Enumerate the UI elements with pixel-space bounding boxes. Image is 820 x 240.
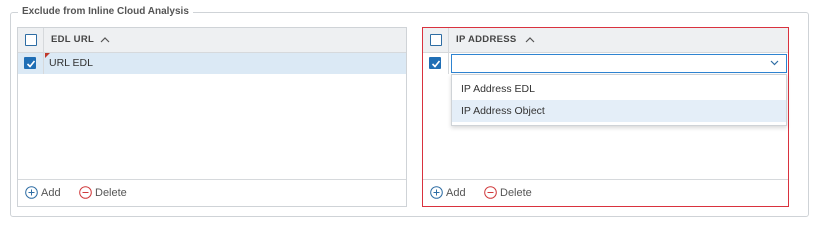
edl-url-cell[interactable]: URL EDL bbox=[49, 53, 93, 74]
add-circle-icon bbox=[430, 186, 443, 199]
row-check-cell bbox=[18, 53, 44, 74]
delete-circle-icon bbox=[79, 186, 92, 199]
header-select-all-cell bbox=[423, 28, 449, 52]
edl-url-grid: EDL URL URL EDL Add Delete bbox=[17, 27, 407, 207]
dropdown-option-ip-address-edl[interactable]: IP Address EDL bbox=[452, 78, 786, 100]
edl-url-grid-header: EDL URL bbox=[18, 28, 406, 53]
ip-address-input[interactable] bbox=[456, 56, 756, 71]
sort-ascending-icon[interactable] bbox=[525, 36, 535, 43]
row-checkbox[interactable] bbox=[24, 57, 36, 69]
delete-button-label: Delete bbox=[500, 187, 532, 199]
ip-address-dropdown-menu: IP Address EDL IP Address Object bbox=[451, 74, 787, 126]
header-select-all-cell bbox=[18, 28, 44, 52]
select-all-checkbox[interactable] bbox=[430, 34, 442, 46]
row-checkbox[interactable] bbox=[429, 57, 441, 69]
sort-ascending-icon[interactable] bbox=[100, 36, 110, 43]
table-row[interactable]: URL EDL bbox=[18, 53, 406, 74]
row-check-cell bbox=[423, 53, 449, 74]
delete-circle-icon bbox=[484, 186, 497, 199]
ip-address-grid-footer: Add Delete bbox=[423, 179, 788, 206]
edl-url-grid-footer: Add Delete bbox=[18, 179, 406, 206]
edl-url-column-header[interactable]: EDL URL bbox=[51, 28, 94, 52]
section-title: Exclude from Inline Cloud Analysis bbox=[18, 5, 193, 19]
checkmark-icon bbox=[26, 60, 36, 68]
checkmark-icon bbox=[431, 60, 441, 68]
chevron-down-icon[interactable] bbox=[770, 60, 779, 66]
add-button-label: Add bbox=[446, 187, 466, 199]
ip-address-grid-header: IP ADDRESS bbox=[423, 28, 788, 53]
delete-button-label: Delete bbox=[95, 187, 127, 199]
add-button-label: Add bbox=[41, 187, 61, 199]
ip-address-combobox[interactable] bbox=[451, 54, 787, 73]
select-all-checkbox[interactable] bbox=[25, 34, 37, 46]
dropdown-option-ip-address-object[interactable]: IP Address Object bbox=[452, 100, 786, 122]
add-circle-icon bbox=[25, 186, 38, 199]
ip-address-column-header[interactable]: IP ADDRESS bbox=[456, 28, 517, 52]
